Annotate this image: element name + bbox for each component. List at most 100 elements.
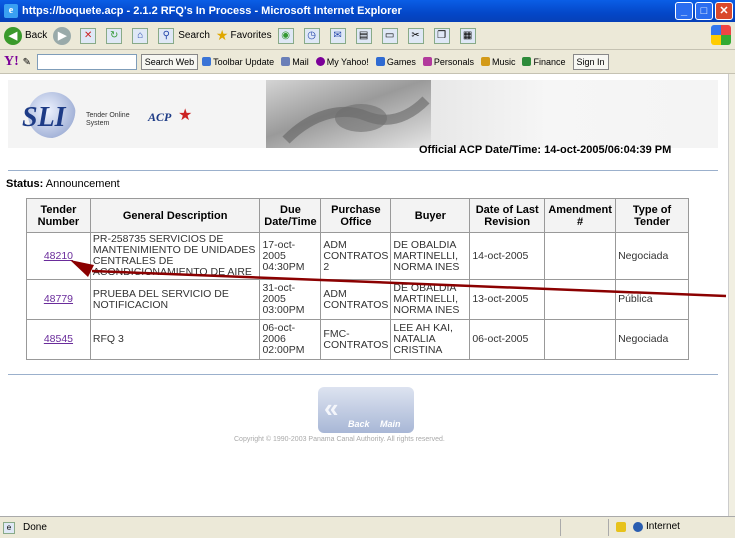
status-text: Done (23, 522, 47, 533)
pencil-icon[interactable]: ✎ (21, 56, 33, 68)
yahoo-toolbar: Y! ✎ Search Web Toolbar Update Mail My Y… (0, 50, 735, 74)
status-line: Status: Announcement (6, 178, 120, 190)
history-button[interactable]: ◷ (303, 27, 324, 44)
refresh-button[interactable]: ↻ (106, 27, 126, 44)
finance-icon (522, 56, 532, 66)
sign-in-button[interactable]: Sign In (572, 53, 609, 70)
table-row: 48210 PR-258735 SERVICIOS DE MANTENIMIEN… (26, 232, 689, 280)
vertical-scrollbar[interactable] (728, 74, 735, 516)
media-icon: ◉ (277, 27, 294, 44)
folder-icon: ▭ (381, 27, 398, 44)
system-name: Tender Online System (86, 112, 132, 128)
favorites-label: Favorites (230, 30, 272, 41)
personals-label: Personals (433, 56, 474, 67)
col-header-type: Type of Tender (615, 198, 689, 233)
office-cell: FMC-CONTRATOS (320, 319, 392, 360)
back-arrow-icon: ◀ (4, 26, 22, 45)
toolbar-update-label: Toolbar Update (213, 56, 275, 67)
copy-button[interactable]: ❐ (433, 27, 454, 44)
search-web-button[interactable]: Search Web (140, 53, 199, 70)
divider (8, 374, 718, 375)
forward-button[interactable]: ▶ (53, 26, 74, 45)
status-value: Announcement (45, 178, 120, 190)
page-content: SLI Tender Online System ACP ★ Official … (0, 74, 728, 516)
maximize-button[interactable]: □ (695, 2, 713, 20)
mail-icon: ✉ (329, 27, 346, 44)
mail-item[interactable]: Mail (281, 56, 309, 67)
paste-icon: ▦ (459, 27, 476, 44)
tender-link[interactable]: 48210 (44, 250, 73, 262)
status-label: Status: (6, 178, 44, 190)
col-header-buyer: Buyer (390, 198, 471, 233)
lock-icon (616, 522, 626, 532)
media-button[interactable]: ◉ (277, 27, 298, 44)
windows-logo-icon (711, 25, 731, 45)
ie-icon: e (4, 4, 18, 18)
games-label: Games (386, 56, 416, 67)
tender-link[interactable]: 48779 (44, 293, 73, 305)
music-item[interactable]: Music (480, 56, 515, 67)
finance-item[interactable]: Finance (522, 56, 566, 67)
amendment-cell (544, 232, 617, 280)
acp-star-icon: ★ (178, 107, 193, 124)
type-cell: Negociada (615, 232, 689, 280)
last-revision-cell: 13-oct-2005 (469, 279, 546, 320)
buyer-cell: DE OBALDIA MARTINELLI, NORMA INES (390, 279, 471, 320)
page-done-icon: e (3, 521, 15, 534)
games-icon (375, 56, 385, 66)
back-link[interactable]: Back (348, 419, 370, 429)
toolbar-update-item[interactable]: Toolbar Update (202, 56, 275, 67)
security-zone: Internet (646, 521, 680, 532)
toolbar-icon (202, 56, 212, 66)
table-row: 48545 RFQ 3 06-oct-2006 02:00PM FMC-CONT… (26, 319, 689, 360)
folder-button[interactable]: ▭ (381, 27, 402, 44)
mail-button[interactable]: ✉ (329, 27, 350, 44)
home-button[interactable]: ⌂ (132, 27, 152, 44)
minimize-button[interactable]: _ (675, 2, 693, 20)
print-button[interactable]: ▤ (355, 27, 376, 44)
window-titlebar: e https://boquete.acp - 2.1.2 RFQ's In P… (0, 0, 735, 22)
yahoo-search-input[interactable] (36, 53, 137, 70)
stop-button[interactable]: ✕ (80, 27, 100, 44)
amendment-cell (544, 279, 617, 320)
header-banner: SLI Tender Online System ACP ★ (8, 80, 718, 148)
yahoo-logo[interactable]: Y! (4, 54, 19, 70)
close-button[interactable]: ✕ (715, 2, 733, 20)
table-header-row: Tender Number General Description Due Da… (26, 198, 689, 233)
search-icon: ⚲ (158, 27, 175, 44)
personals-item[interactable]: Personals (422, 56, 474, 67)
back-main-nav: « Back Main (318, 387, 414, 433)
standard-toolbar: ◀ Back ▶ ✕ ↻ ⌂ ⚲ Search ★ Favorites ◉ ◷ … (0, 22, 735, 50)
col-header-due: Due Date/Time (259, 198, 322, 233)
search-label: Search (178, 30, 210, 41)
acp-logo: ACP (148, 110, 172, 124)
divider (608, 519, 609, 536)
col-header-amendment: Amendment # (544, 198, 617, 233)
last-revision-cell: 14-oct-2005 (469, 232, 546, 280)
games-item[interactable]: Games (375, 56, 416, 67)
type-cell: Pública (615, 279, 689, 320)
back-button[interactable]: ◀ Back (4, 26, 47, 45)
buyer-cell: LEE AH KAI, NATALIA CRISTINA (390, 319, 471, 360)
window-title: https://boquete.acp - 2.1.2 RFQ's In Pro… (22, 5, 402, 17)
stop-icon: ✕ (80, 27, 97, 44)
due-cell: 06-oct-2006 02:00PM (259, 319, 322, 360)
tender-link[interactable]: 48545 (44, 333, 73, 345)
forward-arrow-icon: ▶ (53, 26, 72, 45)
table-row: 48779 PRUEBA DEL SERVICIO DE NOTIFICACIO… (26, 279, 689, 320)
music-icon (480, 56, 490, 66)
my-yahoo-item[interactable]: My Yahoo! (315, 56, 369, 67)
main-link[interactable]: Main (380, 419, 401, 429)
description-cell: PRUEBA DEL SERVICIO DE NOTIFICACION (89, 279, 261, 320)
search-button[interactable]: ⚲ Search (158, 27, 210, 44)
internet-globe-icon (633, 522, 643, 532)
divider (8, 170, 718, 171)
cut-button[interactable]: ✂ (407, 27, 428, 44)
official-datetime: Official ACP Date/Time: 14-oct-2005/06:0… (419, 144, 672, 156)
handshake-image (266, 80, 431, 148)
office-cell: ADM CONTRATOS (320, 279, 392, 320)
copy-icon: ❐ (433, 27, 450, 44)
paste-button[interactable]: ▦ (459, 27, 480, 44)
favorites-button[interactable]: ★ Favorites (216, 27, 272, 44)
cut-icon: ✂ (407, 27, 424, 44)
